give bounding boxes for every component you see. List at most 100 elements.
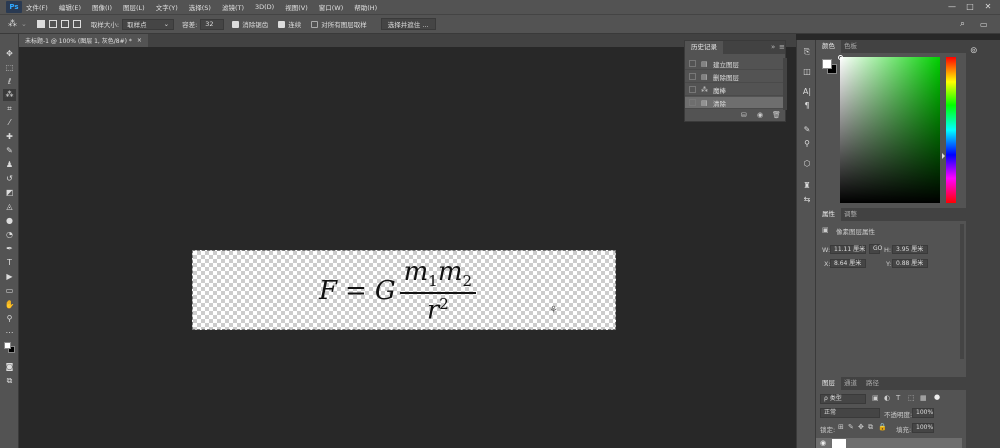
path-selection-tool-icon[interactable]: ▶ [3, 271, 16, 283]
tab-paths[interactable]: 路径 [860, 377, 885, 390]
eraser-tool-icon[interactable]: ◩ [3, 187, 16, 199]
more-tools-icon[interactable]: ⋯ [3, 327, 16, 339]
add-selection-icon[interactable] [48, 20, 57, 28]
menu-view[interactable]: 视图(V) [285, 2, 308, 12]
brush-tool-icon[interactable]: ✎ [3, 145, 16, 157]
filter-type-icon[interactable]: T [896, 394, 900, 402]
select-and-mask-button[interactable]: 选择并遮住 ... [380, 18, 436, 30]
new-document-from-state-icon[interactable]: ⛁ [741, 111, 747, 119]
panel-menu-icon[interactable]: ≡ [779, 43, 785, 51]
color-picker-field[interactable] [838, 55, 940, 203]
zoom-tool-icon[interactable]: ⚲ [3, 313, 16, 325]
tolerance-input[interactable]: 32 [200, 18, 225, 30]
tab-adjustments[interactable]: 调整 [838, 208, 863, 221]
blur-tool-icon[interactable]: ● [3, 215, 16, 227]
type-tool-icon[interactable]: T [3, 257, 16, 269]
clone-source-icon[interactable]: ⚲ [801, 138, 813, 150]
quick-mask-icon[interactable]: ◙ [3, 361, 16, 373]
foreground-color-swatch[interactable] [4, 342, 11, 349]
eyedropper-tool-icon[interactable]: ⁄ [3, 117, 16, 129]
character-panel-icon[interactable]: A| [801, 86, 813, 98]
history-brush-tool-icon[interactable]: ↺ [3, 173, 16, 185]
width-field[interactable]: 11.11 厘米 [830, 245, 866, 254]
document-tab[interactable]: 未标题-1 @ 100% (图层 1, 灰色/8#) * × [19, 34, 148, 47]
maximize-button[interactable]: □ [962, 0, 978, 14]
swatches-panel-icon[interactable]: ◫ [801, 66, 813, 78]
tool-preset-dropdown-icon[interactable]: ⌄ [21, 20, 27, 28]
menu-select[interactable]: 选择(S) [189, 2, 211, 12]
menu-file[interactable]: 文件(F) [26, 2, 48, 12]
antialias-checkbox[interactable] [232, 20, 240, 28]
lock-position-icon[interactable]: ✥ [858, 423, 864, 431]
x-field[interactable]: 8.64 厘米 [830, 259, 866, 268]
properties-scrollbar[interactable] [960, 224, 964, 359]
history-item[interactable]: ▤ 删除图层 [685, 71, 783, 83]
filter-toggle-icon[interactable]: ● [934, 393, 940, 401]
magic-wand-tool-icon[interactable]: ⁂ [8, 19, 17, 29]
tab-history[interactable]: 历史记录 [685, 41, 723, 54]
menu-image[interactable]: 图像(I) [92, 2, 112, 12]
contiguous-checkbox[interactable] [278, 20, 286, 28]
lock-pixels-icon[interactable]: ✎ [848, 423, 854, 431]
hue-slider[interactable] [942, 57, 956, 203]
filter-smart-object-icon[interactable]: ▦ [920, 394, 927, 402]
brush-panel-icon[interactable]: ✎ [801, 124, 813, 136]
color-picker-handle[interactable] [838, 55, 843, 60]
link-dimensions-button[interactable]: GO [869, 244, 882, 254]
magic-wand-tool-icon[interactable]: ⁂ [3, 89, 16, 101]
layer-filter-select[interactable]: ρ 类型 [820, 394, 866, 404]
close-tab-icon[interactable]: × [137, 37, 142, 44]
workspace-icon[interactable]: ▭ [980, 20, 988, 29]
healing-brush-tool-icon[interactable]: ✚ [3, 131, 16, 143]
stamp-tool-icon[interactable]: ♟ [3, 159, 16, 171]
filter-shape-icon[interactable]: ⬚ [908, 394, 915, 402]
history-item[interactable]: ▤ 清除 [685, 97, 783, 109]
screen-mode-icon[interactable]: ⧉ [3, 375, 16, 387]
tab-swatches[interactable]: 色板 [838, 40, 863, 53]
paint-bucket-tool-icon[interactable]: ◬ [3, 201, 16, 213]
y-field[interactable]: 0.88 厘米 [892, 259, 928, 268]
actions-panel-icon[interactable]: ♜ [801, 180, 813, 192]
menu-layer[interactable]: 图层(L) [123, 2, 145, 12]
subtract-selection-icon[interactable] [60, 20, 69, 28]
opacity-field[interactable]: 100% [912, 408, 934, 418]
trash-icon[interactable]: 🗑 [772, 111, 781, 119]
all-layers-checkbox[interactable] [311, 20, 319, 28]
dodge-tool-icon[interactable]: ◔ [3, 229, 16, 241]
adjustments-panel-icon[interactable]: ⇆ [801, 194, 813, 206]
marquee-tool-icon[interactable]: ⬚ [3, 62, 16, 74]
libraries-icon[interactable]: ⊚ [970, 46, 978, 56]
lock-artboard-icon[interactable]: ⧉ [868, 423, 873, 432]
canvas-selection[interactable]: F = G m1m2 r2 ⚘ [192, 250, 616, 330]
blend-mode-select[interactable]: 正常 [820, 408, 880, 418]
sample-size-select[interactable]: 取样点 ⌄ [122, 18, 175, 30]
foreground-color-swatch[interactable] [822, 59, 832, 69]
lock-all-icon[interactable]: 🔒 [878, 423, 887, 431]
crop-tool-icon[interactable]: ⌗ [3, 103, 16, 115]
history-item[interactable]: ▤ 建立图层 [685, 58, 783, 70]
lock-transparency-icon[interactable]: ⊞ [838, 423, 844, 431]
menu-filter[interactable]: 滤镜(T) [222, 2, 244, 12]
eye-icon[interactable]: ◉ [820, 439, 826, 447]
menu-window[interactable]: 窗口(W) [319, 2, 344, 12]
hue-slider-handle[interactable] [942, 153, 945, 159]
move-tool-icon[interactable]: ✥ [3, 48, 16, 60]
fill-field[interactable]: 100% [912, 423, 934, 433]
lasso-tool-icon[interactable]: ℓ [3, 76, 16, 88]
layer-row[interactable]: ◉ [816, 438, 962, 448]
menu-edit[interactable]: 编辑(E) [59, 2, 81, 12]
height-field[interactable]: 3.95 厘米 [892, 245, 928, 254]
search-icon[interactable]: ⌕ [960, 19, 965, 29]
filter-pixel-icon[interactable]: ▣ [872, 394, 879, 402]
filter-adjustment-icon[interactable]: ◐ [884, 394, 890, 402]
rectangle-tool-icon[interactable]: ▭ [3, 285, 16, 297]
3d-panel-icon[interactable]: ⬡ [801, 158, 813, 170]
minimize-button[interactable]: — [944, 0, 960, 14]
menu-3d[interactable]: 3D(D) [255, 3, 274, 11]
history-item[interactable]: ⁂ 魔棒 [685, 84, 783, 96]
pen-tool-icon[interactable]: ✒ [3, 243, 16, 255]
intersect-selection-icon[interactable] [72, 20, 81, 28]
menu-help[interactable]: 帮助(H) [354, 2, 377, 12]
paragraph-panel-icon[interactable]: ¶ [801, 100, 813, 112]
panel-collapse-icon[interactable]: » [771, 43, 775, 51]
